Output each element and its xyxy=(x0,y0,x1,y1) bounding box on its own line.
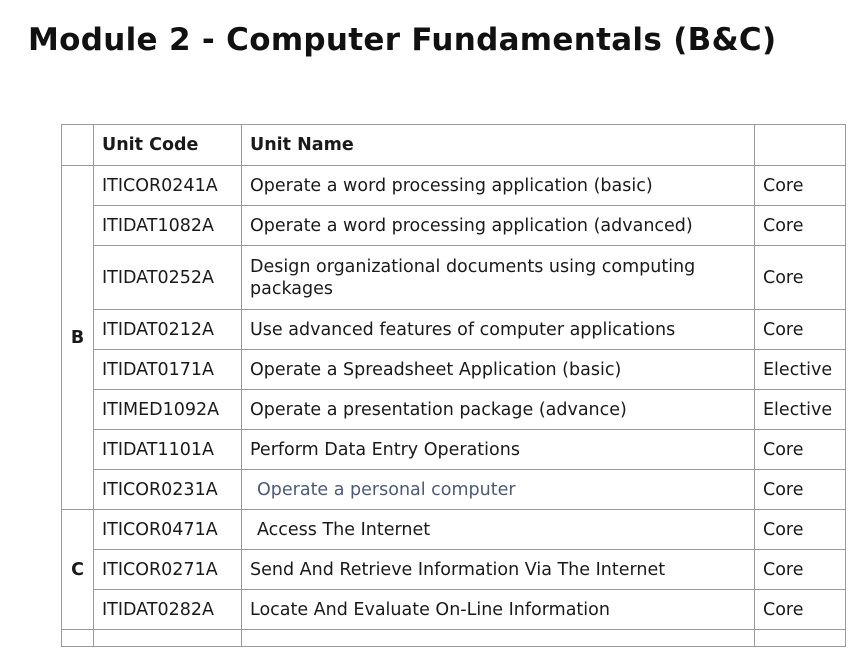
unit-code: ITIDAT1101A xyxy=(93,429,242,470)
unit-code: ITICOR0231A xyxy=(93,469,242,510)
table-row: ITIDAT0282A Locate And Evaluate On-Line … xyxy=(62,589,846,630)
unit-name: Use advanced features of computer applic… xyxy=(241,309,755,350)
unit-name: Operate a Spreadsheet Application (basic… xyxy=(241,349,755,390)
unit-name: Perform Data Entry Operations xyxy=(241,429,755,470)
empty-row xyxy=(61,629,846,647)
unit-type: Elective xyxy=(754,389,846,430)
unit-code: ITICOR0471A xyxy=(93,509,242,550)
unit-name: Send And Retrieve Information Via The In… xyxy=(241,549,755,590)
unit-type: Elective xyxy=(754,349,846,390)
group-label-c: C xyxy=(61,509,94,630)
table-row: ITICOR0271A Send And Retrieve Informatio… xyxy=(62,549,846,590)
unit-code: ITICOR0241A xyxy=(93,165,242,206)
table-row: ITIMED1092A Operate a presentation packa… xyxy=(62,389,846,430)
unit-type: Core xyxy=(754,589,846,630)
unit-type: Core xyxy=(754,245,846,310)
empty-cell xyxy=(61,629,94,647)
table-row: ITIDAT1101A Perform Data Entry Operation… xyxy=(62,429,846,470)
unit-code: ITIDAT1082A xyxy=(93,205,242,246)
table-row: ITIDAT0212A Use advanced features of com… xyxy=(62,309,846,350)
table-row: ITIDAT0171A Operate a Spreadsheet Applic… xyxy=(62,349,846,390)
unit-name: Operate a word processing application (a… xyxy=(241,205,755,246)
table-row: C ITICOR0471A Access The Internet Core xyxy=(61,509,846,630)
unit-code: ITIDAT0252A xyxy=(93,245,242,310)
unit-type: Core xyxy=(754,469,846,510)
group-label-b: B xyxy=(61,165,94,510)
header-unit-code: Unit Code xyxy=(93,124,242,166)
unit-name: Operate a word processing application (b… xyxy=(241,165,755,206)
unit-type: Core xyxy=(754,165,846,206)
unit-type: Core xyxy=(754,429,846,470)
header-row: Unit Code Unit Name xyxy=(61,124,846,166)
unit-code: ITICOR0271A xyxy=(93,549,242,590)
units-table: Unit Code Unit Name B ITICOR0241A Operat… xyxy=(61,124,846,647)
unit-name: Operate a presentation package (advance) xyxy=(241,389,755,430)
unit-code: ITIDAT0212A xyxy=(93,309,242,350)
unit-type: Core xyxy=(754,509,846,550)
unit-code: ITIMED1092A xyxy=(93,389,242,430)
empty-cell xyxy=(241,629,755,647)
header-type xyxy=(754,124,846,166)
table-row: B ITICOR0241A Operate a word processing … xyxy=(61,165,846,510)
unit-type: Core xyxy=(754,309,846,350)
unit-name: Operate a personal computer xyxy=(241,469,755,510)
header-unit-name: Unit Name xyxy=(241,124,755,166)
unit-name: Access The Internet xyxy=(241,509,755,550)
table-row: ITIDAT0252A Design organizational docume… xyxy=(62,245,846,310)
table-row: ITIDAT1082A Operate a word processing ap… xyxy=(62,205,846,246)
empty-cell xyxy=(93,629,242,647)
unit-type: Core xyxy=(754,549,846,590)
table-row: ITICOR0231A Operate a personal computer … xyxy=(62,469,846,510)
unit-code: ITIDAT0282A xyxy=(93,589,242,630)
page-title: Module 2 - Computer Fundamentals (B&C) xyxy=(28,22,777,58)
header-group xyxy=(61,124,94,166)
unit-name: Design organizational documents using co… xyxy=(241,245,755,310)
unit-name: Locate And Evaluate On-Line Information xyxy=(241,589,755,630)
empty-cell xyxy=(754,629,846,647)
unit-type: Core xyxy=(754,205,846,246)
unit-code: ITIDAT0171A xyxy=(93,349,242,390)
